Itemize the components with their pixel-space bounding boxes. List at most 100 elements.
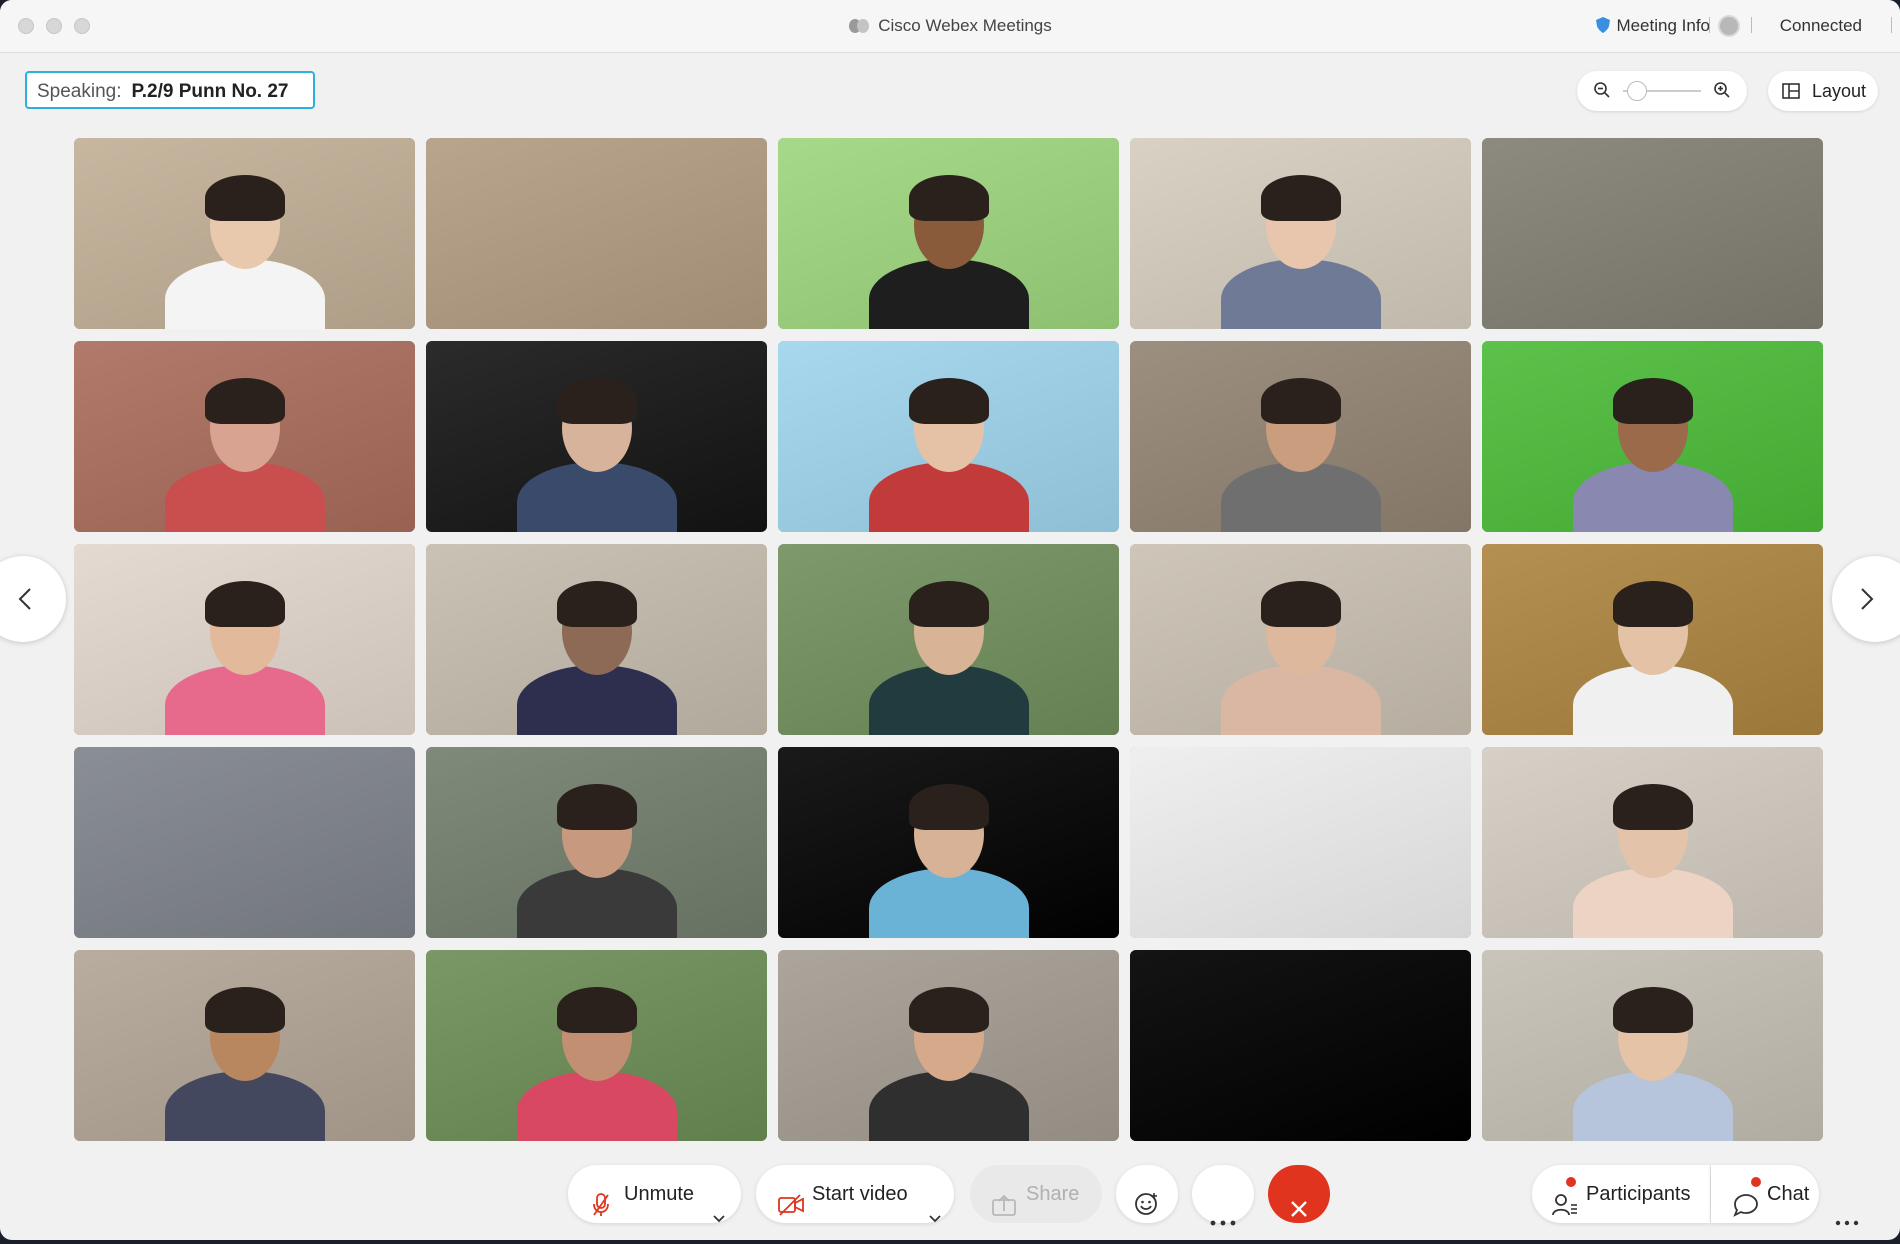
smiley-icon — [1134, 1182, 1160, 1240]
video-tile[interactable] — [778, 747, 1119, 938]
title-separator — [1709, 17, 1710, 33]
video-feed — [1130, 747, 1471, 938]
participant-figure — [859, 169, 1039, 329]
chevron-right-icon — [1861, 588, 1874, 610]
share-button[interactable]: Share — [970, 1165, 1102, 1223]
notification-dot — [1566, 1177, 1576, 1187]
video-tile[interactable] — [1130, 341, 1471, 532]
video-tile[interactable] — [778, 544, 1119, 735]
shield-icon — [1596, 17, 1611, 38]
zoom-out-icon[interactable] — [1593, 81, 1611, 104]
video-off-icon — [778, 1182, 804, 1240]
speaking-label: Speaking: — [37, 81, 122, 102]
more-panels-button[interactable] — [1819, 1165, 1877, 1226]
layout-button[interactable]: Layout — [1768, 71, 1878, 111]
close-icon — [1289, 1184, 1309, 1240]
webex-window: Cisco Webex Meetings Meeting Info Connec… — [0, 0, 1900, 1240]
video-tile[interactable] — [426, 138, 767, 329]
zoom-control — [1577, 71, 1747, 111]
video-tile[interactable] — [1482, 950, 1823, 1141]
participant-figure — [507, 778, 687, 938]
participant-figure — [859, 372, 1039, 532]
grid-layout-icon — [1782, 83, 1800, 99]
video-grid — [74, 138, 1823, 1141]
video-tile[interactable] — [74, 950, 415, 1141]
video-tile[interactable] — [1482, 544, 1823, 735]
zoom-slider-handle[interactable] — [1626, 81, 1647, 101]
zoom-in-icon[interactable] — [1713, 81, 1731, 104]
meeting-info-button[interactable]: Meeting Info — [1596, 16, 1710, 38]
chevron-down-icon[interactable] — [712, 1189, 726, 1240]
video-tile[interactable] — [1482, 138, 1823, 329]
video-feed — [426, 138, 767, 329]
mic-muted-icon — [592, 1182, 610, 1240]
webex-logo-icon — [848, 18, 870, 39]
video-tile[interactable] — [1130, 747, 1471, 938]
video-tile[interactable] — [426, 747, 767, 938]
participant-figure — [859, 981, 1039, 1141]
participant-figure — [859, 575, 1039, 735]
participant-figure — [859, 778, 1039, 938]
participant-figure — [1211, 372, 1391, 532]
participant-figure — [1563, 372, 1743, 532]
network-status-icon[interactable] — [1718, 15, 1740, 37]
unmute-label: Unmute — [624, 1183, 695, 1205]
participant-figure — [507, 575, 687, 735]
chat-label: Chat — [1767, 1183, 1810, 1205]
layout-label: Layout — [1812, 81, 1867, 101]
chat-button[interactable]: Chat — [1711, 1165, 1819, 1223]
participants-button[interactable]: Participants — [1532, 1165, 1710, 1223]
chevron-down-icon[interactable] — [928, 1189, 942, 1240]
leave-meeting-button[interactable] — [1268, 1165, 1330, 1223]
participant-figure — [155, 981, 335, 1141]
meeting-info-label: Meeting Info — [1616, 16, 1710, 35]
participant-figure — [507, 981, 687, 1141]
video-tile[interactable] — [1482, 341, 1823, 532]
notification-dot — [1751, 1177, 1761, 1187]
video-tile[interactable] — [1130, 544, 1471, 735]
participant-figure — [507, 372, 687, 532]
unmute-button[interactable]: Unmute — [568, 1165, 741, 1223]
chat-icon — [1733, 1182, 1759, 1240]
participant-figure — [1563, 778, 1743, 938]
start-video-button[interactable]: Start video — [756, 1165, 954, 1223]
video-tile[interactable] — [426, 341, 767, 532]
video-tile[interactable] — [426, 544, 767, 735]
more-icon — [1210, 1191, 1236, 1240]
video-tile[interactable] — [426, 950, 767, 1141]
more-icon — [1835, 1191, 1859, 1240]
participant-figure — [1563, 981, 1743, 1141]
participant-figure — [155, 372, 335, 532]
video-tile[interactable] — [778, 138, 1119, 329]
video-tile[interactable] — [1482, 747, 1823, 938]
video-tile[interactable] — [1130, 950, 1471, 1141]
title-separator — [1891, 17, 1892, 33]
share-label: Share — [1026, 1183, 1080, 1205]
video-feed — [1130, 950, 1471, 1141]
video-tile[interactable] — [74, 747, 415, 938]
video-tile[interactable] — [778, 341, 1119, 532]
previous-page-button[interactable] — [0, 556, 66, 642]
participants-icon — [1552, 1182, 1578, 1240]
participant-figure — [1563, 575, 1743, 735]
participant-figure — [1211, 169, 1391, 329]
video-tile[interactable] — [74, 138, 415, 329]
video-feed — [74, 747, 415, 938]
share-icon — [992, 1182, 1016, 1240]
participant-figure — [1211, 575, 1391, 735]
video-tile[interactable] — [74, 341, 415, 532]
title-separator — [1751, 17, 1752, 33]
desktop-background — [0, 1240, 1900, 1244]
video-feed — [1482, 138, 1823, 329]
more-options-button[interactable] — [1192, 1165, 1254, 1226]
next-page-button[interactable] — [1832, 556, 1900, 642]
video-tile[interactable] — [778, 950, 1119, 1141]
video-tile[interactable] — [74, 544, 415, 735]
reactions-button[interactable] — [1116, 1165, 1178, 1223]
title-bar: Cisco Webex Meetings Meeting Info Connec… — [0, 0, 1900, 53]
speaking-indicator: Speaking: P.2/9 Punn No. 27 — [25, 71, 315, 109]
participant-figure — [155, 575, 335, 735]
participants-label: Participants — [1586, 1183, 1691, 1205]
chevron-left-icon — [18, 588, 31, 610]
video-tile[interactable] — [1130, 138, 1471, 329]
